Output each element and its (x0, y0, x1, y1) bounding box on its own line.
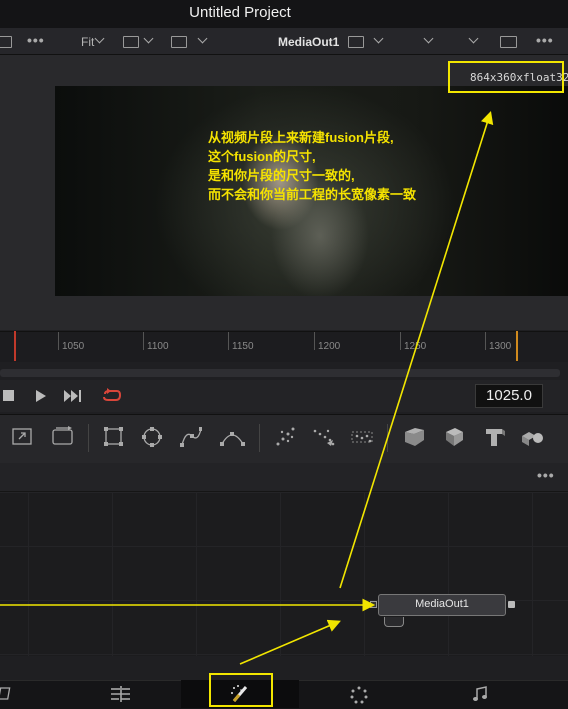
resize-icon[interactable] (12, 426, 34, 448)
color-page-icon[interactable] (350, 686, 368, 704)
toolbar-separator (88, 424, 89, 452)
fullscreen-icon[interactable] (500, 36, 517, 48)
time-ruler[interactable]: 1050 1100 1150 1200 1250 1300 (0, 331, 568, 362)
polygon-mask-icon[interactable] (180, 426, 202, 448)
text-overlay-icon[interactable] (123, 36, 139, 48)
image-plane-3d-icon[interactable] (442, 426, 468, 448)
play-icon[interactable] (34, 389, 48, 403)
particle-3d-icon[interactable] (350, 426, 376, 448)
ruler-label: 1050 (62, 341, 85, 352)
chevron-down-icon[interactable] (468, 33, 479, 44)
annotation-line: 是和你片段的尺寸一致的, (208, 168, 355, 183)
ruler-label: 1200 (318, 341, 341, 352)
node-editor-canvas[interactable] (0, 492, 568, 656)
node-view-indicator[interactable] (384, 617, 404, 627)
bspline-mask-icon[interactable] (220, 426, 246, 448)
stop-icon[interactable] (2, 389, 16, 403)
node-output-port[interactable] (508, 601, 515, 608)
annotation-text: 从视频片段上来新建fusion片段, 这个fusion的尺寸, 是和你片段的尺寸… (208, 128, 416, 204)
annotation-line: 而不会和你当前工程的长宽像素一致 (208, 187, 417, 202)
chevron-down-icon[interactable] (143, 33, 154, 44)
chevron-down-icon[interactable] (423, 33, 434, 44)
title-bar: Untitled Project (0, 0, 568, 28)
viewer-node-name[interactable]: MediaOut1 (278, 35, 339, 49)
ruler-label: 1300 (489, 341, 512, 352)
ruler-tick (58, 332, 59, 350)
fusion-page-highlight-box (209, 673, 273, 707)
chevron-down-icon[interactable] (373, 33, 384, 44)
particle-render-icon[interactable] (311, 426, 337, 448)
window-title: Untitled Project (189, 4, 291, 21)
node-label: MediaOut1 (415, 598, 469, 610)
viewer-layout-icon[interactable] (0, 36, 12, 48)
toolbar-separator (387, 424, 388, 452)
node-editor-more-button[interactable]: ••• (537, 467, 555, 483)
loop-icon[interactable] (101, 387, 123, 405)
viewer-right-more-button[interactable]: ••• (536, 32, 554, 48)
fairlight-page-icon[interactable] (472, 686, 488, 702)
edit-page-icon[interactable] (110, 686, 132, 702)
render-end-marker[interactable] (516, 331, 518, 361)
node-editor-header: ••• (0, 463, 568, 492)
chevron-down-icon[interactable] (197, 33, 208, 44)
ruler-label: 1100 (147, 341, 169, 352)
merge-3d-icon[interactable] (520, 426, 546, 448)
node-input-port[interactable] (370, 601, 377, 608)
annotation-line: 这个fusion的尺寸, (208, 149, 316, 164)
zoom-dropdown[interactable]: Fit (81, 35, 94, 49)
text-3d-icon[interactable] (482, 426, 508, 448)
ruler-tick (228, 332, 229, 350)
ruler-label: 1250 (404, 341, 427, 352)
chevron-down-icon[interactable] (94, 33, 105, 44)
ruler-tick (143, 332, 144, 350)
viewer-left-more-button[interactable]: ••• (27, 32, 45, 48)
playhead[interactable] (14, 331, 16, 361)
ellipse-mask-icon[interactable] (141, 426, 163, 448)
ruler-label: 1150 (232, 341, 254, 352)
annotation-line: 从视频片段上来新建fusion片段, (208, 130, 394, 145)
current-frame-field[interactable]: 1025.0 (475, 384, 543, 408)
particle-emitter-icon[interactable] (274, 426, 296, 448)
toolbar-separator (259, 424, 260, 452)
ruler-tick (314, 332, 315, 350)
rectangle-mask-icon[interactable] (103, 426, 125, 448)
viewer-toolbar: ••• Fit MediaOut1 ••• (0, 28, 568, 77)
media-page-icon[interactable] (0, 686, 12, 702)
subview-icon[interactable] (348, 36, 364, 48)
next-icon[interactable] (63, 389, 85, 403)
resolution-label: 864x360xfloat32 (470, 71, 568, 84)
ruler-tick (485, 332, 486, 350)
scrub-bar[interactable] (0, 369, 560, 377)
roi-icon[interactable] (171, 36, 187, 48)
transform-icon[interactable] (50, 426, 76, 448)
ruler-tick (400, 332, 401, 350)
shape-3d-icon[interactable] (402, 426, 428, 448)
